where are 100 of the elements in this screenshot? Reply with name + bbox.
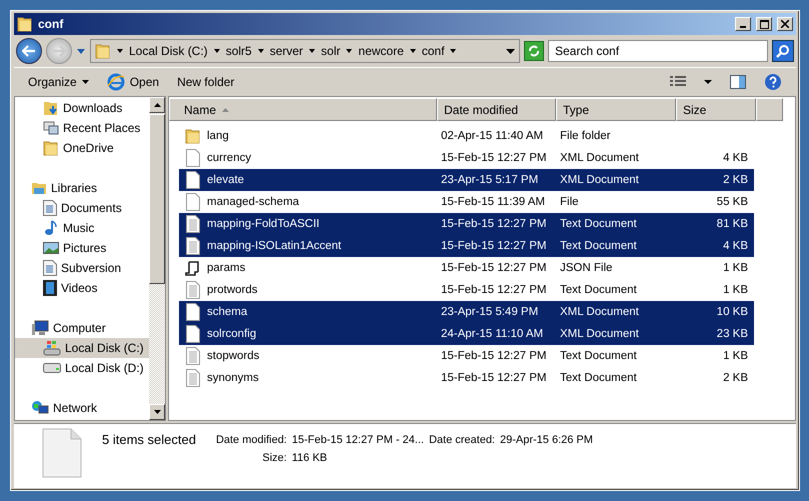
column-header[interactable] [756, 98, 783, 121]
scroll-up-button[interactable] [149, 97, 165, 113]
file-name: lang [207, 130, 229, 142]
details-view-icon [670, 76, 686, 88]
column-header[interactable]: Name [169, 98, 437, 121]
table-cell-text: 4 KB [722, 240, 748, 252]
sidebar-item[interactable]: Documents [15, 198, 149, 218]
field-value: 29-Apr-15 6:26 PM [500, 434, 593, 446]
down-arrow-icon [154, 410, 160, 414]
sidebar-item[interactable]: Recent Places [15, 118, 149, 138]
file-row[interactable]: mapping-FoldToASCII 15-Feb-15 12:27 PM Text Document 81 KB [179, 213, 754, 235]
table-cell-text: File folder [559, 130, 612, 142]
caret-icon [77, 48, 85, 54]
column-header[interactable]: Type [556, 98, 676, 121]
field-value: 116 KB [292, 452, 328, 464]
forward-arrow-icon [52, 45, 66, 57]
file-row[interactable]: solrconfig 24-Apr-15 11:10 AM XML Document 23 KB [179, 323, 754, 345]
text-file-icon [186, 237, 200, 255]
scroll-thumb[interactable] [149, 114, 165, 284]
file-row[interactable]: managed-schema 15-Feb-15 11:39 AM File 55 KB [179, 191, 754, 213]
search-button[interactable] [772, 40, 794, 62]
refresh-button[interactable] [524, 41, 544, 61]
file-row[interactable]: params 15-Feb-15 12:27 PM JSON File 1 KB [179, 257, 754, 279]
table-cell-text: XML Document [559, 174, 640, 186]
sort-arrow-icon [222, 108, 230, 112]
breadcrumb[interactable]: Local Disk (C:) [129, 44, 208, 58]
sidebar-item[interactable]: Videos [15, 278, 149, 298]
file-name: stopwords [207, 350, 260, 362]
sidebar-item[interactable]: Pictures [15, 238, 149, 258]
table-cell-text: 1 KB [722, 350, 748, 362]
table-cell-text: XML Document [559, 152, 640, 164]
minimize-button[interactable] [735, 17, 751, 31]
dropdown-icon [506, 48, 515, 54]
recent-pages-button[interactable] [76, 48, 86, 54]
caret-icon [117, 49, 123, 53]
table-cell-text: JSON File [559, 262, 614, 274]
text-file-icon [186, 369, 200, 387]
scrollbar[interactable] [149, 97, 165, 420]
field-value: 15-Feb-15 12:27 PM - 24... [292, 434, 424, 446]
search-field[interactable]: Search conf [548, 40, 768, 62]
file-name: schema [207, 306, 248, 318]
file-name: protwords [207, 284, 258, 296]
back-arrow-icon [22, 45, 36, 57]
close-button[interactable] [777, 17, 793, 31]
back-button[interactable] [16, 38, 42, 64]
file-row[interactable]: stopwords 15-Feb-15 12:27 PM Text Document 1 KB [179, 345, 754, 367]
file-icon [186, 325, 200, 343]
organize-menu[interactable]: Organize [22, 73, 95, 91]
column-header[interactable]: Date modified [437, 98, 556, 121]
document-icon [43, 260, 57, 276]
file-row[interactable]: currency 15-Feb-15 12:27 PM XML Document 4 KB [179, 147, 754, 169]
breadcrumb[interactable]: newcore [358, 44, 404, 58]
column-header[interactable]: Size [676, 98, 756, 121]
caret-icon [346, 49, 352, 53]
table-cell-text: 81 KB [716, 218, 748, 230]
sidebar-item[interactable]: OneDrive [15, 138, 149, 158]
caret-icon [258, 49, 264, 53]
breadcrumb[interactable]: server [270, 44, 304, 58]
table-cell-text: Text Document [559, 218, 638, 230]
sidebar-item[interactable]: Music [15, 218, 149, 238]
drive-icon [43, 363, 61, 373]
sidebar-item[interactable]: Subversion [15, 258, 149, 278]
table-cell-text: 23-Apr-15 5:17 PM [440, 174, 540, 186]
sidebar-item[interactable]: Local Disk (C:) [15, 338, 149, 358]
pictures-icon [43, 240, 59, 256]
file-row[interactable]: protwords 15-Feb-15 12:27 PM Text Document 1 KB [179, 279, 754, 301]
sidebar-item[interactable]: Computer [15, 318, 149, 338]
document-icon [43, 200, 57, 216]
sidebar-item[interactable]: Downloads [15, 98, 149, 118]
open-button[interactable]: Open [100, 71, 166, 93]
maximize-icon [760, 20, 768, 28]
sidebar-item[interactable]: Local Disk (D:) [15, 358, 149, 378]
file-name: params [207, 262, 246, 274]
new-folder-button[interactable]: New folder [171, 73, 240, 91]
file-row[interactable]: mapping-ISOLatin1Accent 15-Feb-15 12:27 PM Text Document 4 KB [179, 235, 754, 257]
file-row[interactable]: lang 02-Apr-15 11:40 AM File folder [179, 125, 754, 147]
folder-icon [185, 128, 201, 144]
downloads-icon [43, 100, 59, 116]
table-cell-text: Text Document [559, 284, 638, 296]
file-name: mapping-ISOLatin1Accent [207, 240, 342, 252]
table-cell-text: 15-Feb-15 11:39 AM [440, 196, 546, 208]
refresh-icon [527, 44, 541, 58]
file-icon [42, 428, 82, 478]
breadcrumb[interactable]: solr [321, 44, 340, 58]
caret-icon [450, 49, 456, 53]
file-row[interactable]: elevate 23-Apr-15 5:17 PM XML Document 2 KB [179, 169, 754, 191]
field-label: Date modified: [216, 434, 287, 446]
table-cell-text: XML Document [559, 328, 640, 340]
address-bar[interactable]: Local Disk (C:) solr5 server solr newcore conf [90, 39, 520, 63]
file-icon [186, 303, 200, 321]
sidebar-item[interactable]: Libraries [15, 178, 149, 198]
file-row[interactable]: schema 23-Apr-15 5:49 PM XML Document 10 KB [179, 301, 754, 323]
scroll-down-button[interactable] [149, 404, 165, 420]
table-cell-text: Text Document [559, 240, 638, 252]
file-name: elevate [207, 174, 244, 186]
breadcrumb[interactable]: solr5 [226, 44, 252, 58]
file-row[interactable]: synonyms 15-Feb-15 12:27 PM Text Document 2 KB [179, 367, 754, 389]
maximize-button[interactable] [756, 17, 772, 31]
sidebar-item[interactable]: Network [15, 398, 149, 418]
breadcrumb[interactable]: conf [422, 44, 444, 58]
